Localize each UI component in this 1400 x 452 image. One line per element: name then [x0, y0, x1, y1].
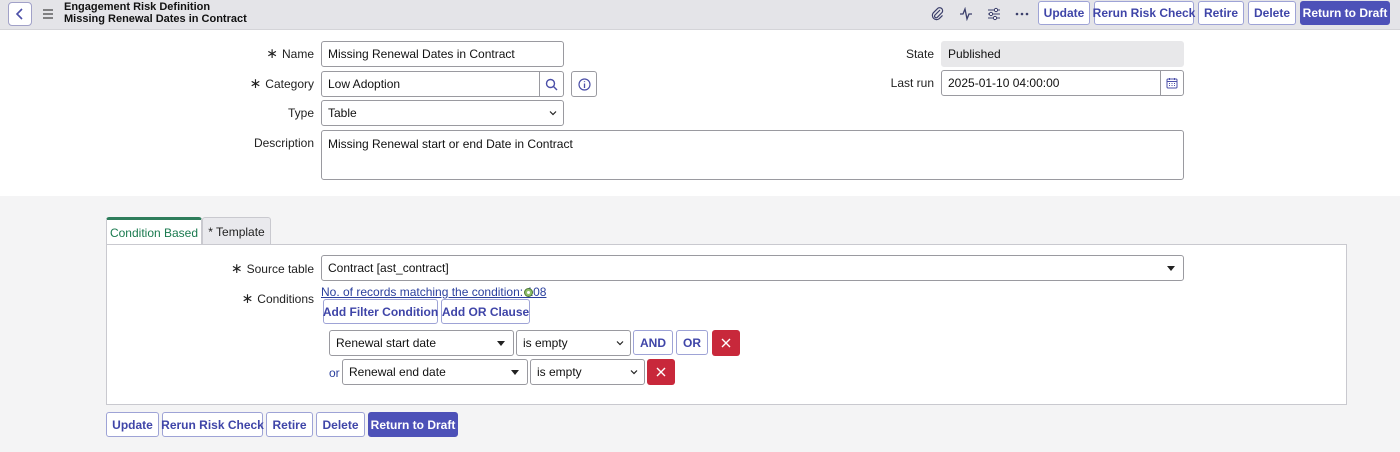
description-label: Description: [253, 136, 314, 150]
and-condition-button[interactable]: AND: [633, 330, 673, 355]
header-bar: Engagement Risk Definition Missing Renew…: [0, 0, 1400, 30]
delete-condition-button[interactable]: [647, 359, 675, 385]
category-input[interactable]: Low Adoption: [321, 71, 540, 97]
required-mark: ∗: [249, 75, 262, 91]
more-icon: [1015, 12, 1029, 16]
search-icon: [545, 78, 558, 90]
dropdown-arrow-icon: [511, 370, 519, 375]
settings-sliders-icon: [988, 7, 1000, 21]
footer-return-to-draft-button[interactable]: Return to Draft: [368, 412, 458, 437]
footer-retire-button[interactable]: Retire: [266, 412, 313, 437]
more-options-button[interactable]: [1013, 5, 1031, 23]
conditions-label: ∗ Conditions: [241, 290, 314, 306]
header-update-button[interactable]: Update: [1038, 1, 1090, 25]
info-icon: [577, 77, 591, 91]
tab-template[interactable]: * Template: [202, 217, 271, 245]
type-select[interactable]: Table: [321, 100, 564, 126]
records-match-link[interactable]: No. of records matching the condition: 1…: [321, 285, 546, 299]
close-icon: [656, 367, 666, 377]
add-filter-condition-button[interactable]: Add Filter Condition: [323, 299, 438, 324]
type-label: Type: [287, 106, 314, 120]
last-run-label: Last run: [890, 76, 934, 90]
record-title: Missing Renewal Dates in Contract: [64, 13, 247, 25]
activity-icon: [960, 7, 972, 21]
activity-button[interactable]: [957, 5, 975, 23]
footer-delete-button[interactable]: Delete: [316, 412, 365, 437]
category-lookup-button[interactable]: [539, 71, 564, 97]
footer-rerun-risk-check-button[interactable]: Rerun Risk Check: [161, 412, 264, 437]
source-table-select[interactable]: Contract [ast_contract]: [321, 255, 1184, 281]
chevron-down-icon: [616, 341, 624, 346]
close-icon: [721, 338, 731, 348]
header-titles: Engagement Risk Definition Missing Renew…: [64, 1, 247, 25]
state-value: Published: [941, 41, 1184, 67]
chevron-down-icon: [630, 370, 638, 375]
add-or-clause-button[interactable]: Add OR Clause: [441, 299, 530, 324]
category-label: ∗ Category: [249, 75, 314, 91]
name-label: ∗ Name: [266, 45, 314, 61]
settings-button[interactable]: [985, 5, 1003, 23]
source-table-label: ∗ Source table: [230, 260, 314, 276]
paperclip-icon: [931, 7, 944, 21]
condition-field-select[interactable]: Renewal start date: [329, 330, 514, 356]
or-condition-button[interactable]: OR: [676, 330, 708, 355]
required-mark: ∗: [241, 290, 254, 306]
last-run-input[interactable]: 2025-01-10 04:00:00: [941, 70, 1161, 96]
condition-field-select[interactable]: Renewal end date: [342, 359, 528, 385]
hamburger-icon: [43, 9, 53, 19]
header-retire-button[interactable]: Retire: [1198, 1, 1244, 25]
state-label: State: [905, 47, 934, 61]
last-run-calendar-button[interactable]: [1160, 70, 1184, 96]
chevron-left-icon: [15, 8, 23, 20]
required-mark: ∗: [266, 45, 278, 61]
header-rerun-risk-check-button[interactable]: Rerun Risk Check: [1093, 1, 1195, 25]
condition-operator-select[interactable]: is empty: [516, 330, 631, 356]
header-delete-button[interactable]: Delete: [1248, 1, 1296, 25]
menu-button[interactable]: [40, 6, 56, 22]
dropdown-arrow-icon: [497, 341, 505, 346]
name-input[interactable]: Missing Renewal Dates in Contract: [321, 41, 564, 67]
chevron-down-icon: [549, 111, 557, 116]
calendar-icon: [1166, 78, 1178, 89]
category-info-button[interactable]: [571, 71, 597, 97]
dropdown-arrow-icon: [1167, 266, 1175, 271]
required-mark: ∗: [230, 260, 243, 276]
delete-condition-button[interactable]: [712, 330, 740, 356]
description-textarea[interactable]: Missing Renewal start or end Date in Con…: [321, 130, 1184, 180]
or-prefix-label: or: [329, 366, 340, 380]
attachment-button[interactable]: [929, 5, 947, 23]
tab-condition-based[interactable]: Condition Based: [106, 217, 202, 245]
footer-update-button[interactable]: Update: [106, 412, 159, 437]
page-title: Engagement Risk Definition: [64, 1, 211, 13]
back-button[interactable]: [8, 2, 32, 26]
header-return-to-draft-button[interactable]: Return to Draft: [1300, 1, 1390, 25]
condition-operator-select[interactable]: is empty: [530, 359, 645, 385]
